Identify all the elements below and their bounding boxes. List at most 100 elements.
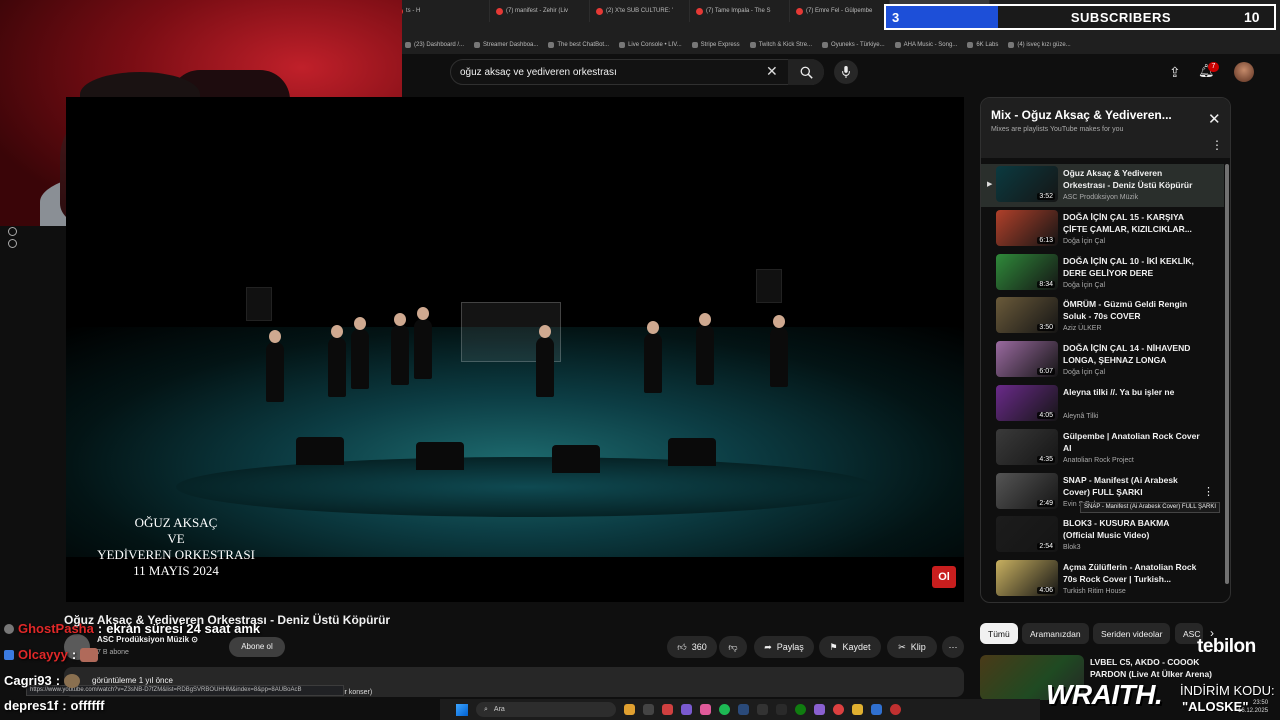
app-icon[interactable] [757, 704, 768, 715]
suggested-video-title[interactable]: LVBEL C5, AKDO - COOOK PARDON (Live At Ü… [1090, 656, 1220, 680]
mix-title[interactable]: Mix - Oğuz Aksaç & Yediveren... [991, 108, 1172, 122]
concert-title-line: OĞUZ AKSAÇ [134, 515, 218, 530]
folder-icon[interactable] [852, 704, 863, 715]
bookmark-item[interactable]: Stripe Express [691, 42, 740, 48]
clock-date: 16.12.2025 [1238, 708, 1269, 714]
system-clock: 23:50 16.12.2025 [1238, 699, 1268, 715]
xbox-icon[interactable] [795, 704, 806, 715]
chrome-icon[interactable] [833, 704, 844, 715]
more-vertical-icon[interactable]: ⋮ [1203, 485, 1214, 498]
video-player[interactable]: OĞUZ AKSAÇ VE YEDİVEREN ORKESTRASI 11 MA… [66, 97, 964, 602]
subscriber-count: 3 [886, 6, 998, 28]
app-icon[interactable] [700, 704, 711, 715]
mix-item[interactable]: 8:34 DOĞA İÇİN ÇAL 10 - İKİ KEKLİK, DERE … [981, 252, 1224, 295]
mix-item[interactable]: 6:07 DOĞA İÇİN ÇAL 14 - NİHAVEND LONGA, Ş… [981, 339, 1224, 382]
app-icon[interactable] [624, 704, 635, 715]
bookmark-favicon-icon [548, 42, 555, 48]
bookmark-item[interactable]: (23) Dashboard /... [405, 42, 464, 48]
clear-search-icon[interactable]: ✕ [766, 63, 778, 80]
app-icon[interactable] [643, 704, 654, 715]
mix-item-title: DOĞA İÇİN ÇAL 14 - NİHAVEND LONGA, ŞEHNA… [1063, 343, 1191, 366]
chip-all[interactable]: Tümü [980, 623, 1018, 644]
mix-item[interactable]: 3:50 ÖMRÜM - Güzmü Geldi Rengin Soluk - 7… [981, 295, 1224, 338]
app-icon[interactable] [662, 704, 673, 715]
app-icon[interactable] [871, 704, 882, 715]
rail-info-icon[interactable] [8, 227, 17, 236]
browser-tab[interactable]: ts - H [390, 0, 490, 22]
like-button[interactable]: 👍︎ 360 [667, 636, 717, 658]
app-icon[interactable] [814, 704, 825, 715]
bookmark-label: 6K Labs [976, 42, 999, 48]
subscribe-watermark[interactable]: Ol [932, 566, 956, 588]
save-button[interactable]: ⚑ Kaydet [819, 636, 881, 658]
chat-emote [64, 673, 81, 688]
chat-text: ekran süresi 24 saat amk [106, 621, 261, 636]
video-duration: 2:49 [1037, 499, 1055, 507]
bookmark-item[interactable]: 6K Labs [967, 42, 998, 48]
upload-icon[interactable]: ⇪ [1169, 64, 1181, 81]
save-label: Kaydet [842, 642, 871, 652]
video-duration: 8:34 [1037, 280, 1055, 288]
now-playing-icon: ▶ [987, 181, 993, 188]
share-icon: ➦ [764, 641, 772, 652]
bookmark-item[interactable]: Twitch & Kick Stre... [749, 42, 812, 48]
bookmark-item[interactable]: Streamer Dashboa... [474, 42, 538, 48]
browser-tab[interactable]: (7) Emre Fel - Gülpembe [790, 0, 890, 22]
browser-tab[interactable]: (2) X'te SUB CULTURE: ' [590, 0, 690, 22]
more-vertical-icon[interactable]: ⋮ [1211, 138, 1223, 152]
app-icon[interactable] [890, 704, 901, 715]
stage-monitor [668, 438, 716, 466]
mix-item[interactable]: ▶ 3:52 Oğuz Aksaç & Yediveren Orkestrası -… [981, 164, 1224, 207]
voice-search-button[interactable] [834, 60, 858, 84]
browser-tab[interactable]: (7) Tame Impala - The S [690, 0, 790, 22]
mix-item[interactable]: 2:54 BLOK3 - KUSURA BAKMA (Official Music… [981, 514, 1224, 557]
notification-badge: 7 [1208, 62, 1219, 72]
taskbar-search[interactable]: ⌕ Ara [476, 702, 616, 717]
bookmark-item[interactable]: AHA Music - Song... [894, 42, 957, 48]
musician [644, 321, 662, 393]
windows-start-icon[interactable] [456, 703, 468, 716]
browser-tab[interactable]: (7) manifest - Zehir (Liv [490, 0, 590, 22]
bookmark-item[interactable]: Oyuneks - Türkiye... [822, 42, 885, 48]
account-avatar[interactable] [1234, 62, 1254, 82]
app-icon[interactable] [681, 704, 692, 715]
dislike-button[interactable]: 👎︎ [719, 636, 747, 658]
chip-series-videos[interactable]: Seriden videolar [1093, 623, 1171, 644]
video-duration: 3:52 [1037, 193, 1055, 200]
mix-item[interactable]: Fatma Turgut - Mav Gecl... [981, 602, 1224, 603]
close-icon[interactable]: ✕ [1208, 110, 1221, 128]
subscriber-goal-target: 10 [1244, 9, 1260, 25]
mix-item-title: Gülpembe | Anatolian Rock Cover AI [1063, 430, 1200, 453]
video-duration: 4:05 [1037, 412, 1055, 419]
scissors-icon: ✂ [898, 641, 906, 652]
bookmark-item[interactable]: Live Console • LIV... [619, 42, 682, 48]
app-icon[interactable] [776, 704, 787, 715]
mix-item[interactable]: 4:05 Aleyna tilki //. Ya bu işler ne Aleyn… [981, 383, 1224, 426]
steam-icon[interactable] [738, 704, 749, 715]
channel-name[interactable]: ASC Prodüksiyon Müzik ⊙ [97, 635, 198, 644]
bookmark-item[interactable]: (4) isveç kızı güze... [1008, 42, 1071, 48]
subscriber-goal-label: SUBSCRIBERS [1070, 9, 1171, 25]
scrollbar[interactable] [1225, 164, 1229, 584]
mix-item[interactable]: 6:13 DOĞA İÇİN ÇAL 15 - KARŞIYA ÇİFTE ÇAM… [981, 208, 1224, 251]
rail-settings-icon[interactable] [8, 239, 17, 248]
musician [414, 307, 432, 379]
mix-item[interactable]: 4:06 Açma Zülüflerin - Anatolian Rock 70s… [981, 558, 1224, 601]
chat-username: GhostPasha [18, 621, 94, 636]
mix-item-title: ÖMRÜM - Güzmü Geldi Rengin Soluk - 70s C… [1063, 299, 1188, 322]
mix-item-thumbnail: 2:54 [996, 516, 1058, 553]
mix-item-channel: Aziz ÜLKER [1063, 325, 1102, 333]
bookmark-favicon-icon [691, 42, 698, 48]
bookmark-item[interactable]: The best ChatBot... [548, 42, 609, 48]
tab-label: (2) X'te SUB CULTURE: ' [606, 8, 674, 14]
search-button[interactable] [788, 59, 824, 85]
mix-item-title: SNAP - Manifest (Ai Arabesk Cover) FULL … [1063, 474, 1178, 497]
mix-item-title: Oğuz Aksaç & Yediveren Orkestrası - Deni… [1063, 168, 1193, 190]
chip-from-search[interactable]: Aramanızdan [1022, 623, 1089, 644]
mix-item[interactable]: 4:35 Gülpembe | Anatolian Rock Cover AI An… [981, 427, 1224, 470]
spotify-icon[interactable] [719, 704, 730, 715]
more-actions-button[interactable]: ⋯ [942, 636, 964, 658]
clip-button[interactable]: ✂ Klip [887, 636, 937, 658]
subscribe-button[interactable]: Abone ol [229, 637, 285, 657]
share-button[interactable]: ➦ Paylaş [754, 636, 814, 658]
